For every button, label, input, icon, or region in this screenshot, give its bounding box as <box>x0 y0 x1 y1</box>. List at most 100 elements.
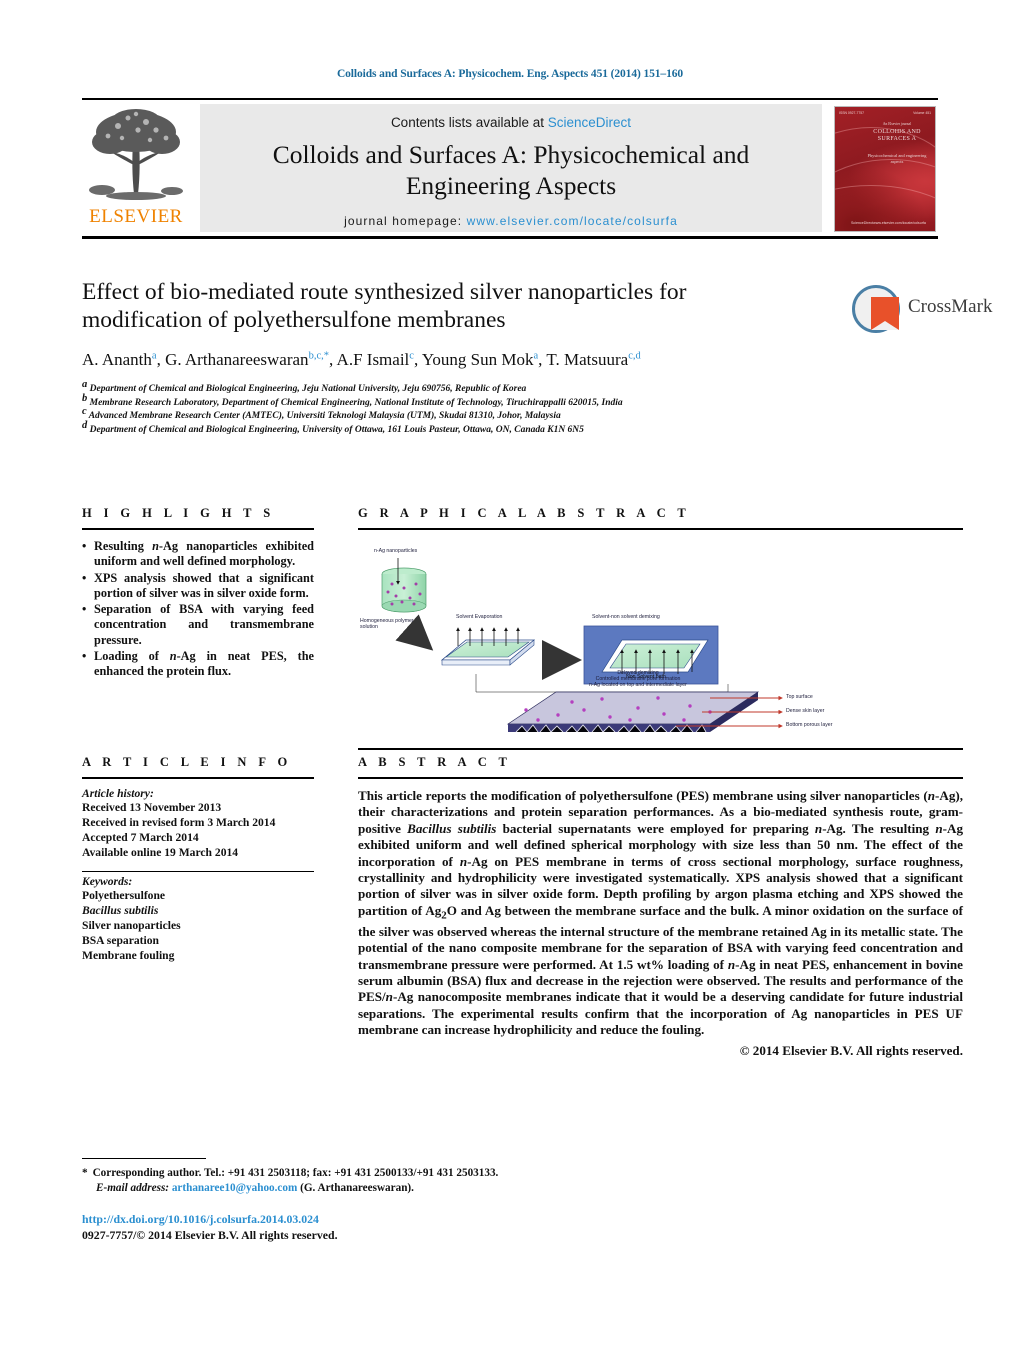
ga-label-top-surface: Top surface <box>786 694 813 700</box>
affiliation-item: a Department of Chemical and Biological … <box>82 378 527 394</box>
keywords-block: Keywords: Polyethersulfone Bacillus subti… <box>82 871 314 963</box>
cover-top-strip: ISSN 0927-7757 Volume 451 <box>839 111 931 119</box>
homepage-label: journal homepage: <box>344 214 463 228</box>
footnote-divider <box>82 1158 206 1159</box>
abstract-text: This article reports the modification of… <box>358 788 963 1039</box>
highlight-item: Resulting n-Ag nanoparticles exhibited u… <box>82 539 314 570</box>
author-name: G. Arthanareeswaran <box>165 350 309 369</box>
corresponding-author-text: Corresponding author. Tel.: +91 431 2503… <box>92 1167 499 1179</box>
cover-strip-left: ISSN 0927-7757 <box>839 111 865 115</box>
article-history-item: Received 13 November 2013 <box>82 801 222 814</box>
highlight-item: Loading of n-Ag in neat PES, the enhance… <box>82 649 314 680</box>
ga-label-demixing: Solvent-non solvent demixing <box>592 614 660 620</box>
journal-band: Contents lists available at ScienceDirec… <box>200 104 822 232</box>
email-line: E-mail address: arthanaree10@yahoo.com (… <box>82 1181 642 1196</box>
keyword-item: Membrane fouling <box>82 949 175 962</box>
crossmark-icon <box>852 285 900 333</box>
issn-copyright-line: 0927-7757/© 2014 Elsevier B.V. All right… <box>82 1228 338 1242</box>
article-history-item: Accepted 7 March 2014 <box>82 831 199 844</box>
journal-title-line1: Colloids and Surfaces A: Physicochemical… <box>272 140 750 169</box>
cover-subtitle: Physicochemical and engineering aspects <box>867 153 927 164</box>
graphical-abstract-section: G R A P H I C A L A B S T R A C T n-Ag n… <box>358 506 963 750</box>
elsevier-wordmark: ELSEVIER <box>89 206 183 227</box>
journal-masthead: ELSEVIER Contents lists available at Sci… <box>82 98 938 239</box>
journal-cover-image: ISSN 0927-7757 Volume 451 An Elsevier jo… <box>834 106 936 232</box>
keyword-item: Silver nanoparticles <box>82 919 181 932</box>
article-history-item: Received in revised form 3 March 2014 <box>82 816 276 829</box>
highlights-heading: H I G H L I G H T S <box>82 506 275 520</box>
keyword-item: Polyethersulfone <box>82 889 166 902</box>
crossmark-badge[interactable]: CrossMark <box>846 283 992 339</box>
email-label: E-mail address: <box>96 1182 170 1194</box>
cover-kicker: An Elsevier journal <box>882 122 912 126</box>
corresponding-author-note: * Corresponding author. Tel.: +91 431 250… <box>82 1166 642 1196</box>
journal-title-line2: Engineering Aspects <box>405 171 617 200</box>
abstract-fragment: Bacillus subtilis <box>407 820 497 836</box>
ga-label-nanoparticles: n-Ag nanoparticles <box>374 548 418 554</box>
abstract-fragment: bacterial supernatants were employed for… <box>496 820 815 836</box>
affiliation-marker: b <box>82 392 88 404</box>
keywords-label: Keywords: <box>82 875 133 888</box>
author-affiliation-marker[interactable]: a <box>533 350 538 362</box>
ga-label-delayed-3: n-Ag located on top and intermediate lay… <box>589 682 687 688</box>
affiliation-item: b Membrane Research Laboratory, Departme… <box>82 392 623 408</box>
ga-label-bottom-porous: Bottom porous layer <box>786 722 833 728</box>
affiliation-item: d Department of Chemical and Biological … <box>82 419 584 435</box>
doi-link[interactable]: http://dx.doi.org/10.1016/j.colsurfa.201… <box>82 1212 319 1227</box>
graphical-abstract-rule <box>358 528 963 530</box>
keywords-list: Polyethersulfone Bacillus subtilis Silver … <box>82 888 314 963</box>
abstract-fragment: n <box>927 788 935 803</box>
article-info-heading: A R T I C L E I N F O <box>82 755 292 769</box>
keyword-item: Bacillus subtilis <box>82 904 159 917</box>
abstract-heading: A B S T R A C T <box>358 755 512 769</box>
ga-label-polymer-solution: Homogeneous polymer solution <box>360 618 414 631</box>
elsevier-logo: ELSEVIER <box>82 104 190 232</box>
contents-available-line: Contents lists available at ScienceDirec… <box>200 115 822 130</box>
author-affiliation-marker[interactable]: c,d <box>628 350 641 362</box>
highlight-item: Separation of BSA with varying feed conc… <box>82 602 314 648</box>
highlights-section: H I G H L I G H T S Resulting n-Ag nanop… <box>82 506 314 681</box>
abstract-fragment: n <box>935 820 943 836</box>
cover-bottom-left: ScienceDirect <box>851 221 874 225</box>
highlights-list: Resulting n-Ag nanoparticles exhibited u… <box>82 539 314 680</box>
article-title-block: Effect of bio-mediated route synthesized… <box>82 278 782 437</box>
journal-homepage-line: journal homepage: www.elsevier.com/locat… <box>200 214 822 228</box>
highlights-rule <box>82 528 314 530</box>
ga-label-dense-skin: Dense skin layer <box>786 708 825 714</box>
journal-homepage-link[interactable]: www.elsevier.com/locate/colsurfa <box>467 214 678 228</box>
graphical-abstract-bottom-rule <box>358 748 963 750</box>
sciencedirect-link[interactable]: ScienceDirect <box>548 115 631 130</box>
affiliation-item: c Advanced Membrane Research Center (AMT… <box>82 405 561 421</box>
email-link[interactable]: arthanaree10@yahoo.com <box>172 1182 297 1194</box>
highlight-item: XPS analysis showed that a significant p… <box>82 571 314 602</box>
author-name: A.F Ismail <box>336 350 410 369</box>
abstract-fragment: n <box>385 989 393 1005</box>
contents-prefix: Contents lists available at <box>390 115 548 130</box>
article-info-section: A R T I C L E I N F O Article history: R… <box>82 755 314 963</box>
journal-cover-thumbnail[interactable]: ISSN 0927-7757 Volume 451 An Elsevier jo… <box>832 104 938 232</box>
journal-title: Colloids and Surfaces A: Physicochemical… <box>200 139 822 201</box>
abstract-fragment: -Ag. The resulting <box>822 820 936 836</box>
article-history-item: Available online 19 March 2014 <box>82 846 239 859</box>
cover-title: COLLOIDS AND SURFACES A <box>873 129 921 142</box>
author-affiliation-marker[interactable]: c <box>409 350 414 362</box>
graphical-abstract-figure: n-Ag nanoparticles Homogeneous polymer s… <box>358 542 958 744</box>
cover-strip-right: Volume 451 <box>913 111 931 115</box>
affiliation-marker: a <box>82 378 88 390</box>
cover-bottom-strip: ScienceDirect www.elsevier.com/locate/co… <box>851 221 926 225</box>
journal-article-page: Colloids and Surfaces A: Physicochem. En… <box>0 0 1020 1351</box>
graphical-abstract-heading: G R A P H I C A L A B S T R A C T <box>358 506 691 520</box>
author-affiliation-marker[interactable]: a <box>152 350 157 362</box>
asterisk-icon: * <box>82 1167 88 1179</box>
article-info-rule <box>82 777 314 779</box>
keywords-rule <box>82 871 314 872</box>
abstract-rule <box>358 777 963 779</box>
abstract-fragment: -Ag nanocomposite membranes indicate tha… <box>358 989 963 1038</box>
author-affiliation-marker[interactable]: b,c,* <box>309 350 329 362</box>
affiliation-list: a Department of Chemical and Biological … <box>82 378 782 437</box>
email-suffix: (G. Arthanareeswaran). <box>300 1182 414 1194</box>
author-list: A. Anantha, G. Arthanareeswaranb,c,*, A.… <box>82 350 641 369</box>
crossmark-label: CrossMark <box>908 296 993 317</box>
article-history-label: Article history: <box>82 787 154 800</box>
elsevier-tree-icon <box>88 106 184 202</box>
